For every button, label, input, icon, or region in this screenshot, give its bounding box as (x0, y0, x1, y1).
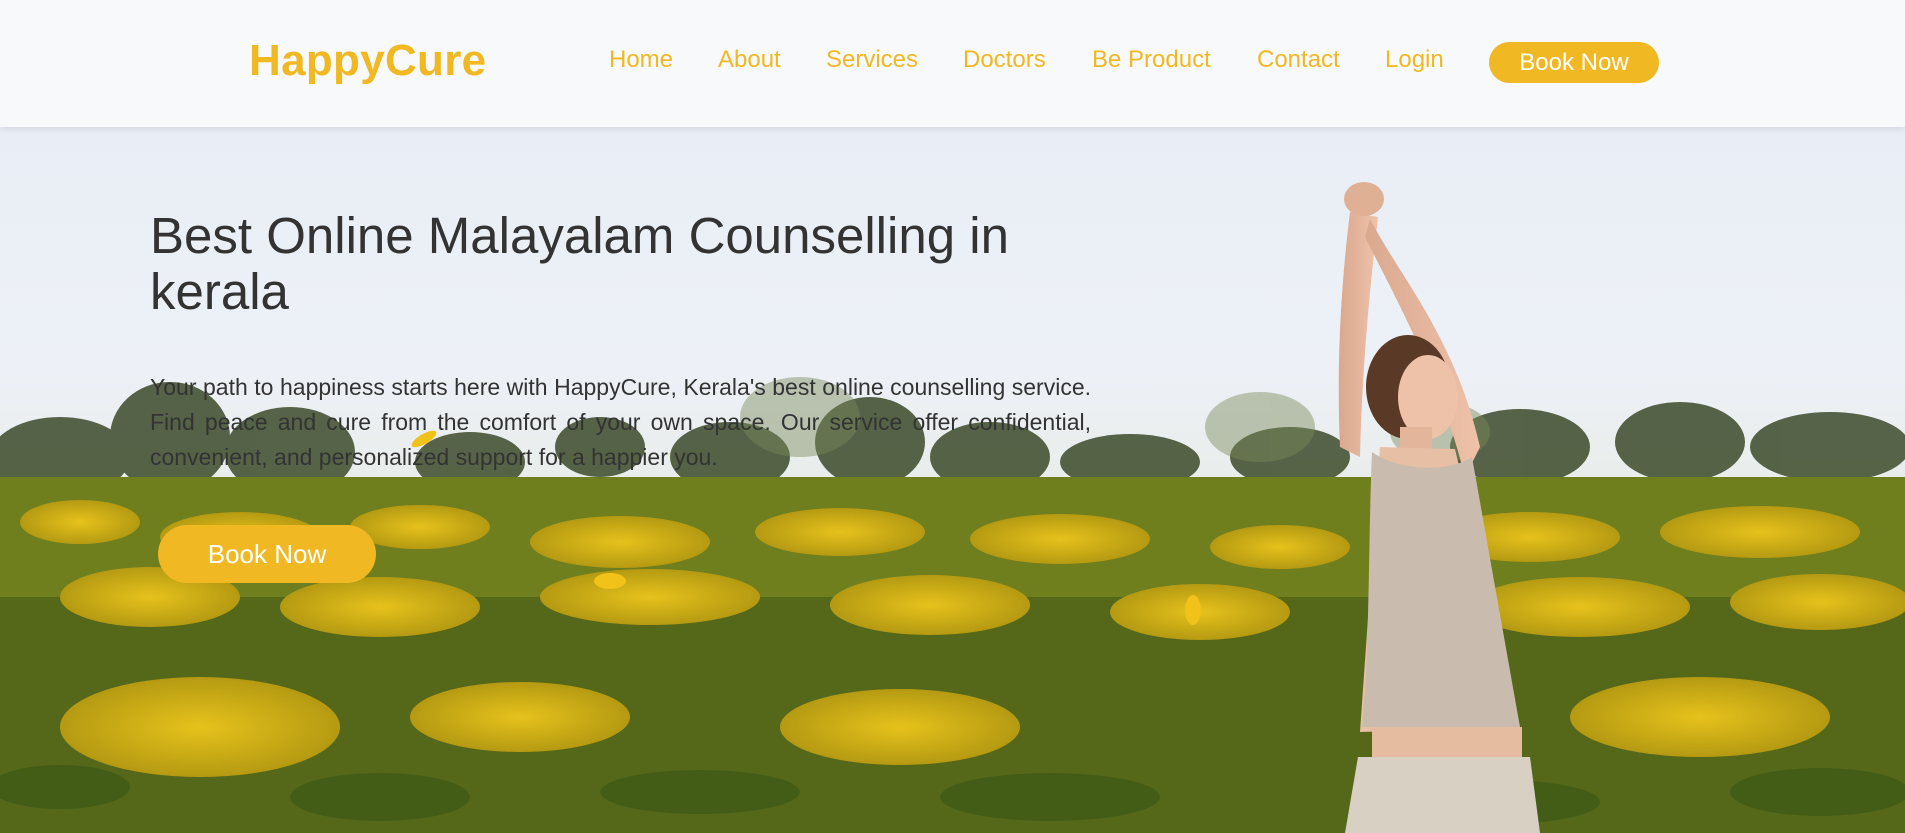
hero-section: Best Online Malayalam Counselling in ker… (0, 127, 1905, 833)
nav-home[interactable]: Home (609, 46, 673, 74)
hero-description: Your path to happiness starts here with … (150, 374, 1091, 470)
hero-title: Best Online Malayalam Counselling in ker… (150, 207, 1009, 320)
hero-book-now-button[interactable]: Book Now (158, 525, 376, 583)
nav-doctors[interactable]: Doctors (963, 46, 1046, 74)
header-book-now-button[interactable]: Book Now (1489, 42, 1659, 83)
site-header: HappyCure Home About Services Doctors Be… (0, 0, 1905, 127)
nav-services[interactable]: Services (826, 46, 918, 74)
nav-about[interactable]: About (718, 46, 781, 74)
nav-login[interactable]: Login (1385, 46, 1444, 74)
nav-contact[interactable]: Contact (1257, 46, 1340, 74)
nav-be-product[interactable]: Be Product (1092, 46, 1211, 74)
